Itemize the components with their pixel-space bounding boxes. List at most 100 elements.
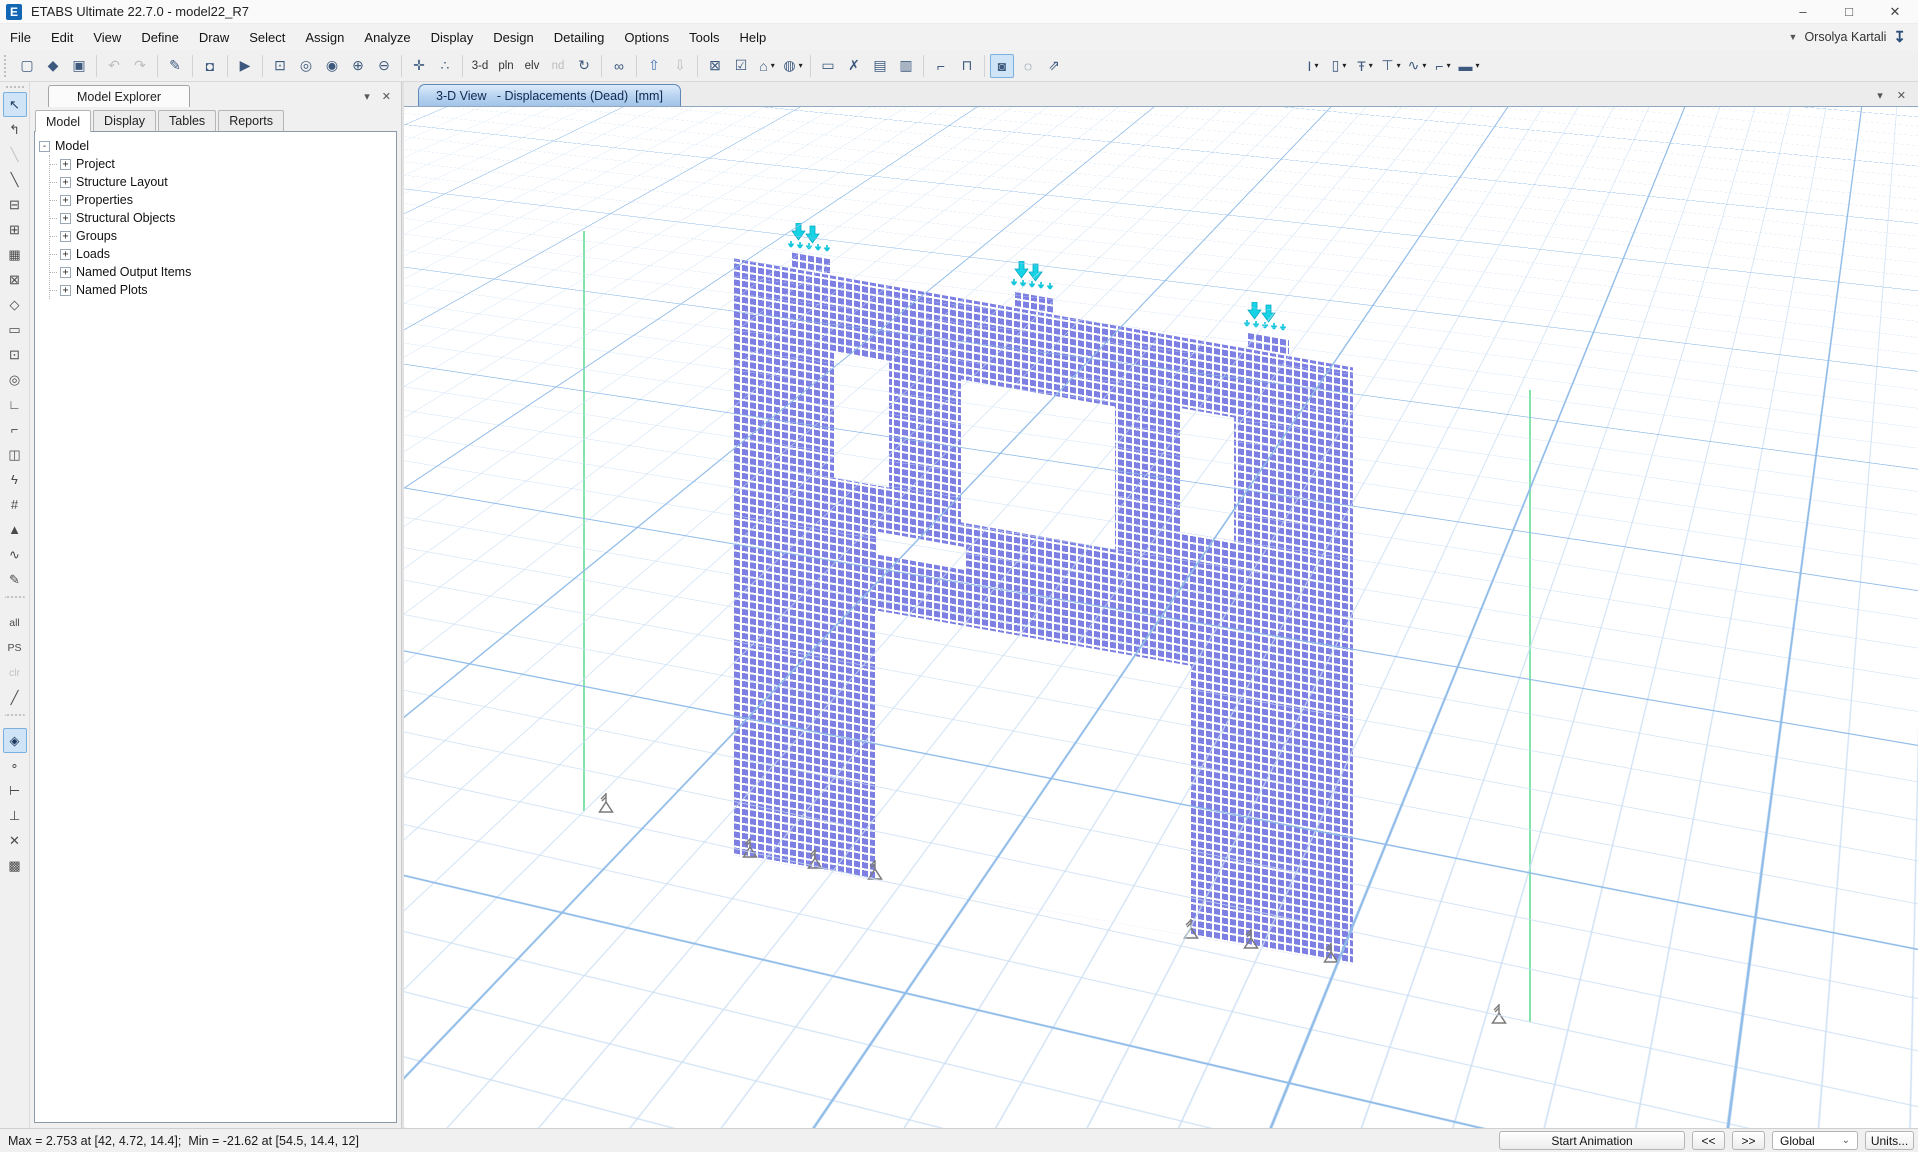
section-cut-button[interactable]: ◌ bbox=[1016, 54, 1040, 78]
tree-item[interactable]: + Structure Layout bbox=[50, 173, 392, 191]
select-by-line-button[interactable]: ╱ bbox=[3, 685, 27, 710]
pan-button[interactable]: ✛ bbox=[407, 54, 431, 78]
explorer-tab[interactable]: Reports bbox=[218, 110, 284, 131]
toolbar-grip[interactable] bbox=[4, 55, 10, 77]
restore-full-view-button[interactable]: ◎ bbox=[294, 54, 318, 78]
draw-wall-button[interactable]: ∟ bbox=[3, 392, 27, 417]
run-analysis-button[interactable]: ▶ bbox=[233, 54, 257, 78]
steel-frame-design-button[interactable]: I bbox=[1301, 54, 1325, 78]
viewport-3d[interactable] bbox=[404, 106, 1918, 1128]
expand-icon[interactable]: + bbox=[60, 213, 71, 224]
concrete-frame-design-button[interactable]: ▯ bbox=[1327, 54, 1351, 78]
draw-opening-button[interactable]: ◫ bbox=[3, 442, 27, 467]
draw-joint-button[interactable]: ╲ bbox=[3, 142, 27, 167]
expand-icon[interactable]: + bbox=[60, 231, 71, 242]
select-object-button[interactable]: ⊠ bbox=[703, 54, 727, 78]
redo-button[interactable]: ↷ bbox=[128, 54, 152, 78]
tree-item[interactable]: + Project bbox=[50, 155, 392, 173]
undo-button[interactable]: ↶ bbox=[102, 54, 126, 78]
quick-draw-braces-button[interactable]: ⊞ bbox=[3, 217, 27, 242]
elevation-view-button[interactable]: elv bbox=[520, 54, 544, 78]
draw-spline-button[interactable]: ∿ bbox=[3, 542, 27, 567]
menu-item[interactable]: View bbox=[83, 24, 131, 50]
tree-item[interactable]: + Named Output Items bbox=[50, 263, 392, 281]
steel-joist-design-button[interactable]: ⊤ bbox=[1379, 54, 1403, 78]
quick-draw-area-button[interactable]: ⊡ bbox=[3, 342, 27, 367]
snap-to-perpendicular-button[interactable]: ⊥ bbox=[3, 803, 27, 828]
view-close-icon[interactable]: ✕ bbox=[1897, 89, 1906, 102]
quick-draw-circle-button[interactable]: ◎ bbox=[3, 367, 27, 392]
menu-item[interactable]: File bbox=[0, 24, 41, 50]
expand-icon[interactable]: + bbox=[60, 159, 71, 170]
menu-item[interactable]: Detailing bbox=[544, 24, 615, 50]
menu-item[interactable]: Display bbox=[421, 24, 484, 50]
quick-draw-secondary-beams-button[interactable]: ▦ bbox=[3, 242, 27, 267]
lock-model-button[interactable]: ◘ bbox=[198, 54, 222, 78]
joint-reaction-button[interactable]: ⊓ bbox=[955, 54, 979, 78]
slow-draw-button[interactable]: ✎ bbox=[163, 54, 187, 78]
orbit-button[interactable]: ∴ bbox=[433, 54, 457, 78]
select-previous-button[interactable]: PS bbox=[3, 635, 27, 660]
slab-design-button[interactable]: ⌐ bbox=[1431, 54, 1455, 78]
rubber-band-zoom-button[interactable]: ⊡ bbox=[268, 54, 292, 78]
menu-item[interactable]: Assign bbox=[295, 24, 354, 50]
tree-item[interactable]: + Properties bbox=[50, 191, 392, 209]
tree-item[interactable]: + Structural Objects bbox=[50, 209, 392, 227]
tree-item[interactable]: + Loads bbox=[50, 245, 392, 263]
zoom-in-button[interactable]: ⊕ bbox=[346, 54, 370, 78]
user-area[interactable]: ▼ Orsolya Kartali ↧ bbox=[1789, 28, 1918, 46]
select-all-button[interactable]: all bbox=[3, 610, 27, 635]
show-deformed-shape-button[interactable]: ◙ bbox=[990, 54, 1014, 78]
detailing-button[interactable]: ▬ bbox=[1457, 54, 1481, 78]
model-explorer-title-tab[interactable]: Model Explorer bbox=[48, 85, 190, 107]
open-file-button[interactable]: ◆ bbox=[41, 54, 65, 78]
coordinate-system-select[interactable]: Global ⌄ bbox=[1772, 1131, 1858, 1150]
explorer-tab[interactable]: Model bbox=[35, 110, 91, 132]
view-3d-button[interactable]: 3-d bbox=[468, 54, 492, 78]
explorer-tab[interactable]: Display bbox=[93, 110, 156, 131]
frame-line-left[interactable] bbox=[583, 231, 585, 811]
draw-dimension-button[interactable]: ✎ bbox=[3, 567, 27, 592]
menu-item[interactable]: Define bbox=[131, 24, 189, 50]
start-animation-button[interactable]: Start Animation bbox=[1499, 1131, 1685, 1150]
previous-zoom-button[interactable]: ◉ bbox=[320, 54, 344, 78]
tree-item[interactable]: + Named Plots bbox=[50, 281, 392, 299]
quick-draw-x-braces-button[interactable]: ⊠ bbox=[3, 267, 27, 292]
quick-draw-frame-button[interactable]: ⊟ bbox=[3, 192, 27, 217]
collapse-icon[interactable]: - bbox=[39, 141, 50, 152]
delete-button[interactable]: ✗ bbox=[842, 54, 866, 78]
move-label-button[interactable]: ⇗ bbox=[1042, 54, 1066, 78]
view-menu-caret-icon[interactable]: ▾ bbox=[1877, 89, 1883, 102]
frame-line-right[interactable] bbox=[1529, 390, 1531, 1022]
new-model-button[interactable]: ▢ bbox=[15, 54, 39, 78]
tree-root[interactable]: - Model bbox=[39, 137, 392, 155]
rotate-3d-view-button[interactable]: ↻ bbox=[572, 54, 596, 78]
clear-selection-button[interactable]: clr bbox=[3, 660, 27, 685]
menu-item[interactable]: Draw bbox=[189, 24, 239, 50]
move-down-in-list-button[interactable]: ⇩ bbox=[668, 54, 692, 78]
close-button[interactable]: ✕ bbox=[1872, 0, 1918, 23]
snap-to-fine-grid-button[interactable]: ▩ bbox=[3, 853, 27, 878]
menu-item[interactable]: Help bbox=[730, 24, 777, 50]
plan-view-button[interactable]: pln bbox=[494, 54, 518, 78]
user-login-icon[interactable]: ↧ bbox=[1893, 28, 1906, 46]
draw-rect-button[interactable]: ▭ bbox=[816, 54, 840, 78]
named-view-button[interactable]: nd bbox=[546, 54, 570, 78]
menu-item[interactable]: Edit bbox=[41, 24, 83, 50]
tree-item[interactable]: + Groups bbox=[50, 227, 392, 245]
set-display-options-button[interactable]: ☑ bbox=[729, 54, 753, 78]
draw-ramp-button[interactable]: ▲ bbox=[3, 517, 27, 542]
menu-item[interactable]: Select bbox=[239, 24, 295, 50]
expand-icon[interactable]: + bbox=[60, 177, 71, 188]
draw-rect-area-button[interactable]: ▭ bbox=[3, 317, 27, 342]
extrude-view-button[interactable]: ▥ bbox=[894, 54, 918, 78]
snap-to-line-ends-button[interactable]: ∘ bbox=[3, 753, 27, 778]
object-shrink-button[interactable]: ◍ bbox=[781, 54, 805, 78]
frame-view-button[interactable]: ▤ bbox=[868, 54, 892, 78]
next-step-button[interactable]: >> bbox=[1732, 1131, 1765, 1150]
snap-to-intersections-button[interactable]: ✕ bbox=[3, 828, 27, 853]
snap-to-points-button[interactable]: ◈ bbox=[3, 728, 27, 753]
save-button[interactable]: ▣ bbox=[67, 54, 91, 78]
building-options-button[interactable]: ⌂ bbox=[755, 54, 779, 78]
expand-icon[interactable]: + bbox=[60, 195, 71, 206]
